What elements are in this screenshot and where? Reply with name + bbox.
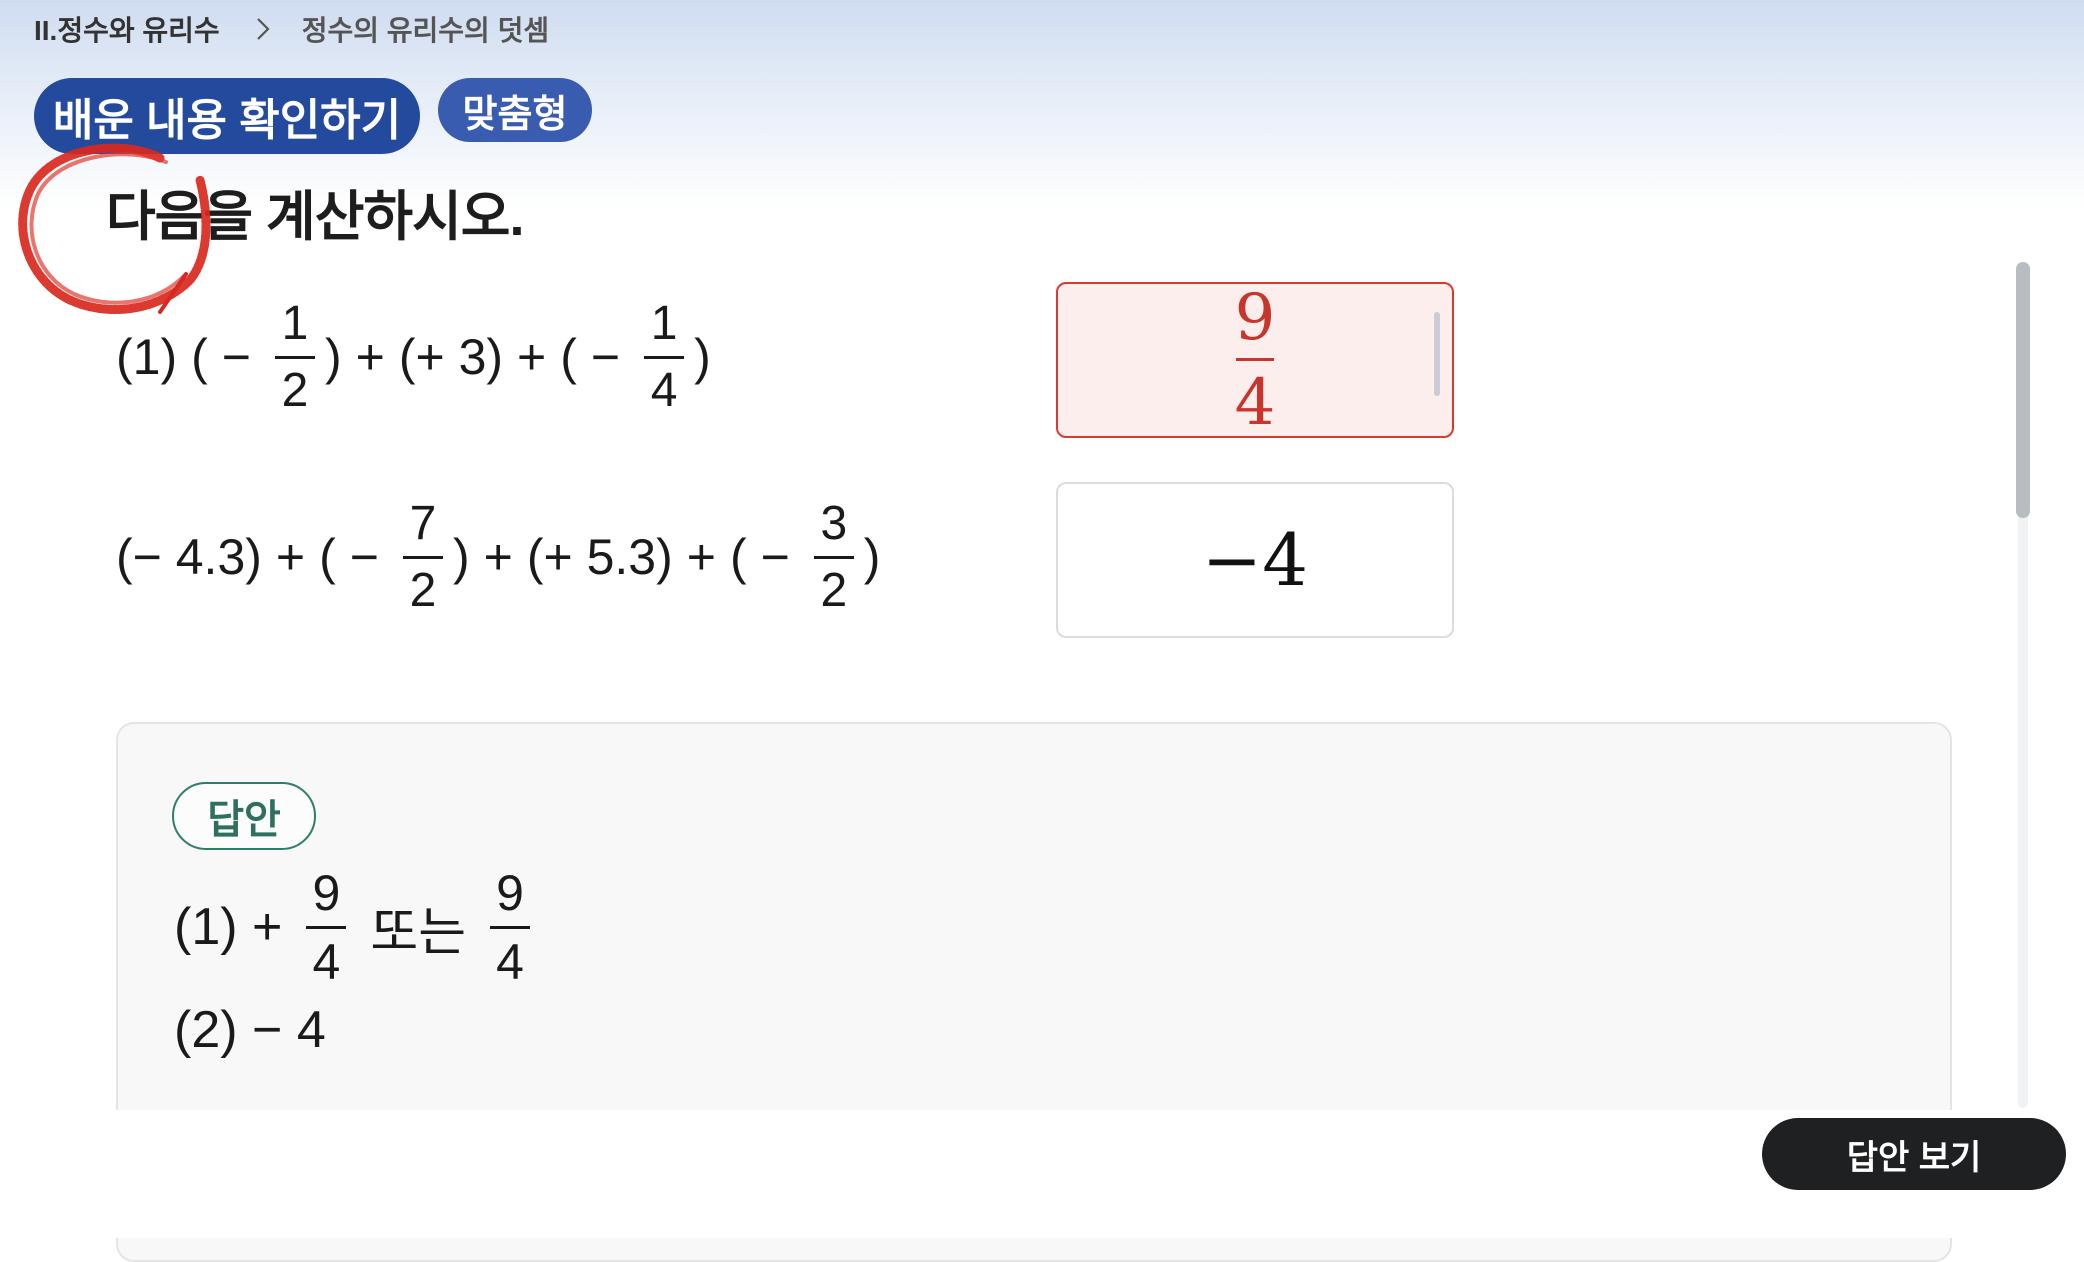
- math-token: −: [760, 529, 790, 585]
- answer-badge: 답안: [172, 782, 316, 850]
- fraction: 32: [813, 496, 854, 619]
- math-token: −: [590, 329, 621, 385]
- math-token: −: [349, 529, 379, 585]
- numerator: 7: [409, 496, 437, 550]
- answer-2-value: −4: [1201, 518, 1309, 602]
- problem-2: (− 4.3) +(−7 2) + (+ 5.3) +(−3 2): [116, 492, 894, 622]
- denominator: 4: [312, 933, 341, 990]
- answer-field-scrollbar[interactable]: [1434, 312, 1440, 396]
- numerator: 3: [820, 496, 848, 550]
- math-token: +: [686, 529, 716, 585]
- breadcrumb-unit[interactable]: II.정수와 유리수: [34, 9, 220, 49]
- fraction: 72: [402, 496, 443, 619]
- math-token: +: [355, 329, 385, 385]
- fraction-bar: [644, 355, 685, 359]
- fraction-bar: [274, 355, 315, 359]
- math-token: (+ 5.3): [526, 529, 673, 585]
- fraction-bar: [402, 555, 443, 559]
- math-token: (: [560, 329, 577, 385]
- problem-1: (1)(−1 2) + (+ 3) +(−1 4): [116, 292, 725, 422]
- answer-1-fraction: 9 4: [1235, 282, 1276, 439]
- numerator: 1: [650, 296, 678, 350]
- fraction-bar: [1236, 357, 1274, 361]
- solution-1-fraction-a: 9 4: [306, 864, 347, 991]
- scrollbar-thumb[interactable]: [2016, 262, 2030, 518]
- math-token: ): [863, 529, 881, 585]
- show-answer-button[interactable]: 답안 보기: [1762, 1118, 2066, 1190]
- breadcrumb-current: 정수의 유리수의 덧셈: [301, 15, 550, 46]
- fraction-bar: [306, 925, 347, 929]
- answer-1-denominator: 4: [1234, 365, 1276, 440]
- math-token: ): [694, 329, 711, 385]
- answer-field-1[interactable]: 9 4: [1056, 282, 1454, 439]
- denominator: 4: [496, 933, 524, 990]
- solution-line-1: (1) + 9 4 또는 9 4: [174, 864, 540, 990]
- math-token: (: [191, 329, 208, 385]
- math-token: (: [729, 529, 747, 585]
- fraction-bar: [490, 925, 531, 929]
- numerator: 9: [496, 864, 524, 921]
- math-token: +: [483, 529, 513, 585]
- fraction-bar: [813, 555, 854, 559]
- answer-1-numerator: 9: [1234, 280, 1276, 355]
- denominator: 2: [409, 563, 437, 617]
- math-token: ): [324, 329, 342, 385]
- math-token: ): [452, 529, 470, 585]
- numerator: 9: [312, 864, 341, 921]
- fraction: 12: [274, 296, 315, 419]
- breadcrumb: II.정수와 유리수 정수의 유리수의 덧셈: [34, 8, 549, 50]
- solution-1-or: 또는: [370, 903, 467, 962]
- denominator: 2: [820, 563, 848, 617]
- numerator: 1: [281, 296, 309, 350]
- answer-field-2[interactable]: −4: [1056, 482, 1454, 638]
- solution-line-2: (2) − 4: [174, 1001, 326, 1059]
- denominator: 4: [650, 363, 678, 417]
- solution-1-prefix: (1) +: [174, 898, 283, 956]
- math-token: −: [221, 329, 251, 385]
- math-token: +: [517, 329, 547, 385]
- custom-tag: 맞춤형: [438, 78, 592, 142]
- math-token: (: [319, 529, 336, 585]
- problem-label: (1): [116, 329, 178, 385]
- solution-1-fraction-b: 9 4: [490, 864, 531, 991]
- chevron-right-icon: [256, 18, 270, 40]
- math-token: (− 4.3): [116, 529, 262, 585]
- fraction: 14: [644, 296, 685, 419]
- math-token: +: [275, 529, 306, 585]
- denominator: 2: [281, 363, 309, 417]
- math-token: (+ 3): [398, 329, 504, 385]
